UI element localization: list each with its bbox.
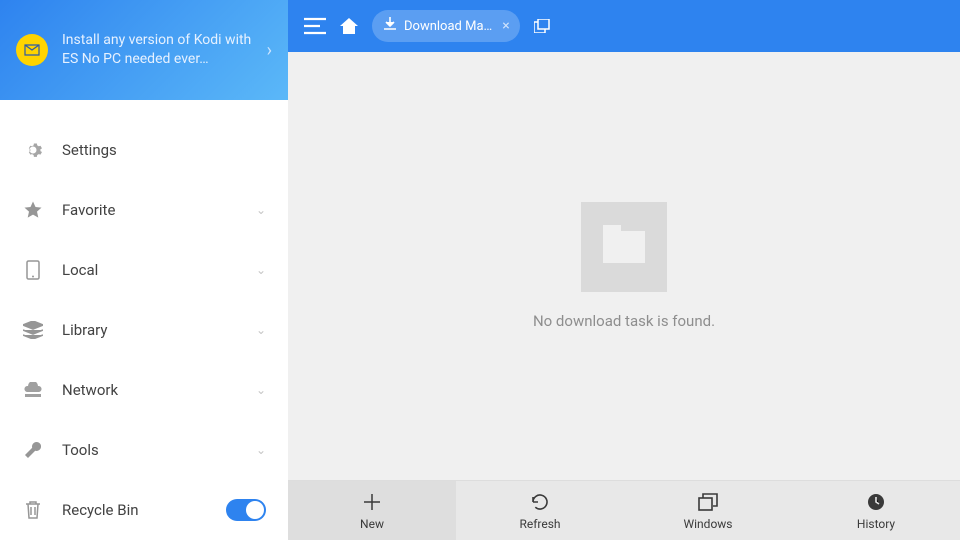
windows-icon[interactable] xyxy=(534,19,550,33)
empty-folder-icon xyxy=(581,202,667,292)
bottombar-label: History xyxy=(857,517,895,531)
clock-icon xyxy=(866,491,886,513)
content-area: No download task is found. xyxy=(288,52,960,480)
sidebar-item-label: Settings xyxy=(62,141,266,159)
banner-text: Install any version of Kodi with ES No P… xyxy=(62,31,267,69)
sidebar-item-label: Recycle Bin xyxy=(62,501,226,519)
sidebar-item-settings[interactable]: Settings xyxy=(0,120,288,180)
gear-icon xyxy=(22,140,44,160)
bottombar-refresh[interactable]: Refresh xyxy=(456,481,624,540)
plus-icon xyxy=(362,491,382,513)
tab-label: Download Ma… xyxy=(404,19,492,34)
empty-message: No download task is found. xyxy=(533,312,715,330)
bottombar-history[interactable]: History xyxy=(792,481,960,540)
sidebar-item-favorite[interactable]: Favorite ⌄ xyxy=(0,180,288,240)
promo-banner[interactable]: Install any version of Kodi with ES No P… xyxy=(0,0,288,100)
trash-icon xyxy=(22,500,44,520)
chevron-down-icon: ⌄ xyxy=(256,383,266,397)
sidebar-item-label: Library xyxy=(62,321,256,339)
menu-icon[interactable] xyxy=(304,17,326,35)
sidebar-item-label: Network xyxy=(62,381,256,399)
bottombar-windows[interactable]: Windows xyxy=(624,481,792,540)
chevron-right-icon: › xyxy=(267,40,272,61)
sidebar-menu: Settings Favorite ⌄ Local ⌄ Library ⌄ xyxy=(0,100,288,540)
refresh-icon xyxy=(530,491,550,513)
tab-download-manager[interactable]: Download Ma… × xyxy=(372,10,520,42)
main-area: Download Ma… × No download task is found… xyxy=(288,0,960,540)
sidebar: Install any version of Kodi with ES No P… xyxy=(0,0,288,540)
sidebar-item-network[interactable]: Network ⌄ xyxy=(0,360,288,420)
sidebar-item-label: Local xyxy=(62,261,256,279)
chevron-down-icon: ⌄ xyxy=(256,443,266,457)
network-icon xyxy=(22,382,44,398)
mail-icon xyxy=(16,34,48,66)
sidebar-item-label: Favorite xyxy=(62,201,256,219)
sidebar-item-recyclebin[interactable]: Recycle Bin xyxy=(0,480,288,540)
home-icon[interactable] xyxy=(340,18,358,34)
topbar: Download Ma… × xyxy=(288,0,960,52)
star-icon xyxy=(22,200,44,220)
bottombar-new[interactable]: New xyxy=(288,481,456,540)
stack-icon xyxy=(22,321,44,339)
chevron-down-icon: ⌄ xyxy=(256,203,266,217)
wrench-icon xyxy=(22,440,44,460)
sidebar-item-label: Tools xyxy=(62,441,256,459)
bottombar-label: New xyxy=(360,517,384,531)
phone-icon xyxy=(22,260,44,280)
bottombar-label: Refresh xyxy=(519,517,560,531)
sidebar-item-tools[interactable]: Tools ⌄ xyxy=(0,420,288,480)
windows-icon xyxy=(698,491,718,513)
close-icon[interactable]: × xyxy=(500,18,511,34)
sidebar-item-local[interactable]: Local ⌄ xyxy=(0,240,288,300)
bottombar-label: Windows xyxy=(683,517,732,531)
bottombar: New Refresh Windows History xyxy=(288,480,960,540)
download-icon xyxy=(384,17,396,35)
chevron-down-icon: ⌄ xyxy=(256,263,266,277)
sidebar-item-library[interactable]: Library ⌄ xyxy=(0,300,288,360)
chevron-down-icon: ⌄ xyxy=(256,323,266,337)
recyclebin-toggle[interactable] xyxy=(226,499,266,521)
